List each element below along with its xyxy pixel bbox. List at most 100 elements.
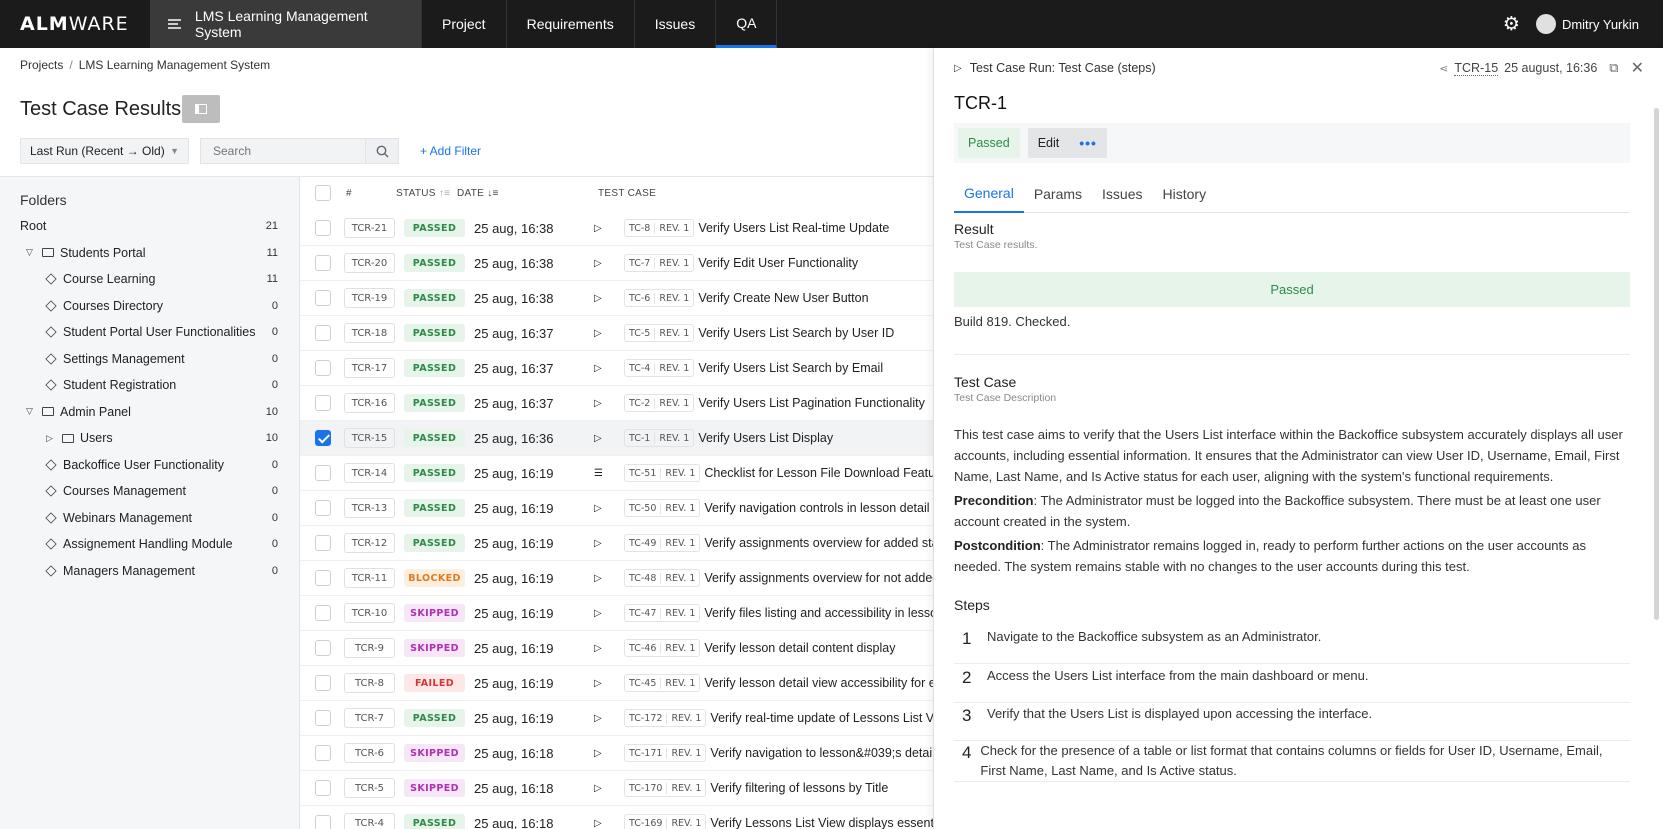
run-id[interactable]: TCR-18: [344, 323, 395, 343]
folder-item[interactable]: Settings Management 0: [0, 345, 300, 373]
search-button[interactable]: [365, 138, 399, 164]
row-checkbox[interactable]: [315, 815, 331, 829]
tab-issues[interactable]: Issues: [1092, 175, 1152, 213]
test-case-id[interactable]: TC-8 REV. 1: [624, 219, 695, 237]
run-id[interactable]: TCR-19: [344, 288, 395, 308]
column-header-status[interactable]: STATUS ↑≡: [396, 188, 450, 199]
test-case-title[interactable]: Verify Users List Real-time Update: [698, 221, 889, 235]
test-case-id[interactable]: TC-48 REV. 1: [624, 569, 701, 587]
breadcrumb-projects[interactable]: Projects: [20, 58, 63, 72]
table-row[interactable]: TCR-10 SKIPPED 25 aug, 16:19 ▷ TC-47 REV. 1 Ve…: [300, 596, 933, 631]
row-checkbox[interactable]: [315, 395, 331, 411]
test-case-title[interactable]: Verify Users List Display: [698, 431, 833, 445]
folder-item[interactable]: ▽ Admin Panel 10: [0, 398, 300, 426]
table-row[interactable]: TCR-7 PASSED 25 aug, 16:19 ▷ TC-172 REV. 1 Ver…: [300, 701, 933, 736]
folder-item[interactable]: Course Learning 11: [0, 265, 300, 293]
nav-issues[interactable]: Issues: [635, 0, 717, 48]
table-row[interactable]: TCR-6 SKIPPED 25 aug, 16:18 ▷ TC-171 REV. 1 Ve…: [300, 736, 933, 771]
run-id[interactable]: TCR-21: [344, 218, 395, 238]
table-row[interactable]: TCR-17 PASSED 25 aug, 16:37 ▷ TC-4 REV. 1 Veri…: [300, 351, 933, 386]
more-icon[interactable]: •••: [1069, 128, 1107, 158]
test-case-title[interactable]: Verify assignments overview for added st…: [704, 536, 933, 550]
row-checkbox[interactable]: [315, 675, 331, 691]
test-case-id[interactable]: TC-45 REV. 1: [624, 674, 701, 692]
test-case-id[interactable]: TC-172 REV. 1: [624, 709, 707, 727]
row-checkbox[interactable]: [315, 710, 331, 726]
test-case-id[interactable]: TC-4 REV. 1: [624, 359, 695, 377]
table-row[interactable]: TCR-21 PASSED 25 aug, 16:38 ▷ TC-8 REV. 1 Veri…: [300, 211, 933, 246]
row-checkbox[interactable]: [315, 605, 331, 621]
test-case-id[interactable]: TC-47 REV. 1: [624, 604, 701, 622]
folder-item[interactable]: ▷ Users 10: [0, 424, 300, 452]
folder-item[interactable]: Student Registration 0: [0, 371, 300, 399]
test-case-id[interactable]: TC-170 REV. 1: [624, 779, 707, 797]
run-id[interactable]: TCR-4: [344, 813, 395, 829]
run-id[interactable]: TCR-6: [344, 743, 395, 763]
table-row[interactable]: TCR-20 PASSED 25 aug, 16:38 ▷ TC-7 REV. 1 Veri…: [300, 246, 933, 281]
run-id[interactable]: TCR-16: [344, 393, 395, 413]
test-case-id[interactable]: TC-49 REV. 1: [624, 534, 701, 552]
tab-general[interactable]: General: [954, 175, 1024, 213]
status-button[interactable]: Passed: [958, 128, 1020, 158]
tcr-link[interactable]: TCR-15: [1454, 61, 1499, 76]
folder-item[interactable]: Managers Management 0: [0, 557, 300, 585]
chevron-down-icon[interactable]: ▽: [26, 247, 36, 258]
table-row[interactable]: TCR-11 BLOCKED 25 aug, 16:19 ▷ TC-48 REV. 1 Ve…: [300, 561, 933, 596]
chevron-right-icon[interactable]: ▷: [46, 433, 56, 444]
table-row[interactable]: TCR-15 PASSED 25 aug, 16:36 ▷ TC-1 REV. 1 Veri…: [300, 421, 933, 456]
test-case-title[interactable]: Verify Create New User Button: [698, 291, 868, 305]
run-id[interactable]: TCR-13: [344, 498, 395, 518]
table-row[interactable]: TCR-8 FAILED 25 aug, 16:19 ▷ TC-45 REV. 1 Veri…: [300, 666, 933, 701]
row-checkbox[interactable]: [315, 290, 331, 306]
test-case-title[interactable]: Verify Users List Pagination Functionali…: [698, 396, 925, 410]
test-case-title[interactable]: Verify assignments overview for not adde…: [704, 571, 933, 585]
test-case-id[interactable]: TC-169 REV. 1: [624, 814, 707, 829]
test-case-title[interactable]: Verify files listing and accessibility i…: [704, 606, 933, 620]
row-checkbox[interactable]: [315, 640, 331, 656]
run-id[interactable]: TCR-8: [344, 673, 395, 693]
column-header-test-case[interactable]: TEST CASE: [598, 188, 656, 199]
test-case-id[interactable]: TC-2 REV. 1: [624, 394, 695, 412]
run-id[interactable]: TCR-7: [344, 708, 395, 728]
row-checkbox[interactable]: [315, 220, 331, 236]
run-id[interactable]: TCR-20: [344, 253, 395, 273]
table-row[interactable]: TCR-13 PASSED 25 aug, 16:19 ▷ TC-50 REV. 1 Ver…: [300, 491, 933, 526]
run-id[interactable]: TCR-14: [344, 463, 395, 483]
table-row[interactable]: TCR-16 PASSED 25 aug, 16:37 ▷ TC-2 REV. 1 Veri…: [300, 386, 933, 421]
test-case-title[interactable]: Verify Lessons List View displays essent…: [710, 816, 933, 829]
test-case-title[interactable]: Verify Users List Search by User ID: [698, 326, 894, 340]
folder-item[interactable]: Courses Management 0: [0, 477, 300, 505]
run-id[interactable]: TCR-15: [344, 428, 395, 448]
folder-item[interactable]: Assignement Handling Module 0: [0, 530, 300, 558]
breadcrumb-project[interactable]: LMS Learning Management System: [79, 58, 270, 72]
row-checkbox[interactable]: [315, 360, 331, 376]
folder-item[interactable]: Backoffice User Functionality 0: [0, 451, 300, 479]
test-case-title[interactable]: Verify navigation to lesson&#039;s detai…: [710, 746, 933, 760]
row-checkbox[interactable]: [315, 535, 331, 551]
column-header-date[interactable]: DATE ↓≡: [457, 188, 499, 199]
table-row[interactable]: TCR-4 PASSED 25 aug, 16:18 ▷ TC-169 REV. 1 Ver…: [300, 806, 933, 829]
edit-button[interactable]: Edit: [1027, 128, 1070, 158]
test-case-id[interactable]: TC-5 REV. 1: [624, 324, 695, 342]
scrollbar[interactable]: [1654, 108, 1659, 620]
run-id[interactable]: TCR-17: [344, 358, 395, 378]
table-row[interactable]: TCR-5 SKIPPED 25 aug, 16:18 ▷ TC-170 REV. 1 Ve…: [300, 771, 933, 806]
row-checkbox[interactable]: [315, 465, 331, 481]
test-case-id[interactable]: TC-7 REV. 1: [624, 254, 695, 272]
run-id[interactable]: TCR-11: [344, 568, 395, 588]
test-case-title[interactable]: Verify filtering of lessons by Title: [710, 781, 888, 795]
test-case-id[interactable]: TC-51 REV. 1: [624, 464, 701, 482]
almware-logo[interactable]: ALMWARE: [0, 13, 150, 35]
toggle-sidebar-button[interactable]: [182, 95, 220, 123]
nav-project[interactable]: Project: [422, 0, 507, 48]
test-case-title[interactable]: Verify lesson detail view accessibility …: [704, 676, 933, 690]
row-checkbox[interactable]: [315, 430, 331, 446]
test-case-title[interactable]: Verify Users List Search by Email: [698, 361, 883, 375]
tab-params[interactable]: Params: [1024, 175, 1092, 213]
table-row[interactable]: TCR-14 PASSED 25 aug, 16:19 ☰ TC-51 REV. 1 Che…: [300, 456, 933, 491]
folder-item[interactable]: Student Portal User Functionalities 0: [0, 318, 300, 346]
folder-item[interactable]: Root 21: [0, 212, 300, 240]
row-checkbox[interactable]: [315, 745, 331, 761]
select-all-checkbox[interactable]: [315, 185, 331, 201]
open-external-icon[interactable]: ⧉: [1609, 60, 1618, 76]
